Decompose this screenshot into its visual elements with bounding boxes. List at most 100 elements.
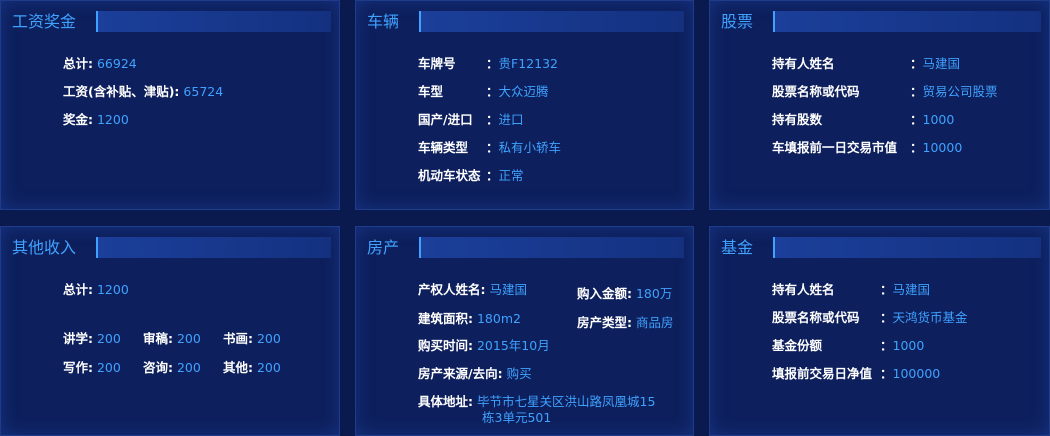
property-title-bar [419,237,684,258]
vehicle-model-row: 车型 ：大众迈腾 [418,84,549,100]
property-address-row: 具体地址: 毕节市七星关区洪山路凤凰城15 [418,394,655,410]
vehicle-status-label: 机动车状态 [418,168,481,183]
vehicle-card-header: 车辆 [356,11,693,33]
stock-name-row: 股票名称或代码 ：贸易公司股票 [772,84,998,100]
stock-shares-value: 1000 [922,112,955,127]
vehicle-plate-value: 贵F12132 [498,56,558,71]
salary-bonus-value: 1200 [96,112,129,127]
property-address-label: 具体地址: [418,394,473,409]
other-income-consulting: 咨询: 200 [143,360,201,376]
fund-card-header: 基金 [710,237,1049,259]
property-card-title: 房产 [367,238,400,257]
property-amount-value: 180万 [635,286,673,301]
property-card: 房产 产权人姓名: 马建国 建筑面积: 180m2 购买时间: 2015年10月… [355,226,694,436]
property-type-value: 商品房 [635,315,674,330]
salary-total-label: 总计: [63,56,93,71]
vehicle-plate-label: 车牌号 [418,56,456,71]
vehicle-plate-row: 车牌号 ：贵F12132 [418,56,558,72]
vehicle-type-row: 车辆类型 ：私有小轿车 [418,140,561,156]
salary-total-row: 总计: 66924 [63,56,137,72]
vehicle-type-label: 车辆类型 [418,140,469,155]
vehicle-model-value: 大众迈腾 [498,84,549,99]
other-income-painting: 书画: 200 [223,331,281,347]
other-income-writing: 写作: 200 [63,360,121,376]
salary-total-value: 66924 [96,56,137,71]
other-income-card-title: 其他收入 [12,238,77,257]
property-address-value-line2: 栋3单元501 [482,410,552,425]
fund-nav-value: 100000 [892,366,941,381]
stock-title-bar [773,11,1041,32]
property-time-label: 购买时间: [418,338,473,353]
fund-shares-row: 基金份额 ：1000 [772,338,924,354]
salary-wage-label: 工资(含补贴、津贴): [63,84,180,99]
other-income-total-row: 总计: 1200 [63,282,129,298]
fund-holder-value: 马建国 [892,282,931,297]
property-time-row: 购买时间: 2015年10月 [418,338,550,354]
consulting-label: 咨询: [143,360,173,375]
fund-card-title: 基金 [721,238,754,257]
painting-value: 200 [256,331,281,346]
vehicle-card-title: 车辆 [367,12,400,31]
colon: ： [880,282,893,297]
colon: ： [910,56,923,71]
salary-bonus-label: 奖金: [63,112,93,127]
stock-holder-value: 马建国 [922,56,961,71]
consulting-value: 200 [176,360,201,375]
colon: ： [910,140,923,155]
property-owner-row: 产权人姓名: 马建国 [418,282,527,298]
property-owner-label: 产权人姓名: [418,282,486,297]
property-amount-label: 购入金额: [577,286,632,301]
property-amount-row: 购入金额: 180万 [577,286,672,302]
property-time-value: 2015年10月 [476,338,550,353]
salary-card-header: 工资奖金 [1,11,339,33]
fund-name-label: 股票名称或代码 [772,310,860,325]
lecture-value: 200 [96,331,121,346]
fund-title-bar [773,237,1041,258]
stock-card: 股票 持有人姓名 ：马建国 股票名称或代码 ：贸易公司股票 持有股数 ：1000 车填… [709,0,1050,210]
other-value: 200 [256,360,281,375]
other-income-total-value: 1200 [96,282,129,297]
vehicle-model-label: 车型 [418,84,444,99]
salary-card: 工资奖金 总计: 66924 工资(含补贴、津贴): 65724 奖金: 120… [0,0,340,210]
property-type-row: 房产类型: 商品房 [577,315,674,331]
vehicle-type-value: 私有小轿车 [498,140,562,155]
stock-name-label: 股票名称或代码 [772,84,860,99]
other-label: 其他: [223,360,253,375]
fund-shares-value: 1000 [892,338,925,353]
property-source-value: 购买 [506,366,532,381]
vehicle-origin-value: 进口 [498,112,524,127]
vehicle-origin-row: 国产/进口 ：进口 [418,112,524,128]
other-income-other: 其他: 200 [223,360,281,376]
review-label: 审稿: [143,331,173,346]
salary-card-title: 工资奖金 [12,12,77,31]
other-income-card-header: 其他收入 [1,237,339,259]
review-value: 200 [176,331,201,346]
stock-holder-label: 持有人姓名 [772,56,835,71]
vehicle-card: 车辆 车牌号 ：贵F12132 车型 ：大众迈腾 国产/进口 ：进口 车辆类型 ：私有小… [355,0,694,210]
fund-nav-label: 填报前交易日净值 [772,366,873,381]
property-area-row: 建筑面积: 180m2 [418,311,521,327]
property-source-row: 房产来源/去向: 购买 [418,366,532,382]
salary-title-bar [96,11,331,32]
property-owner-value: 马建国 [489,282,527,297]
stock-shares-row: 持有股数 ：1000 [772,112,954,128]
property-address-value-line1: 毕节市七星关区洪山路凤凰城15 [476,394,656,409]
colon: ： [880,366,893,381]
fund-holder-row: 持有人姓名 ：马建国 [772,282,930,298]
stock-card-title: 股票 [721,12,754,31]
writing-label: 写作: [63,360,93,375]
colon: ： [486,112,499,127]
fund-shares-label: 基金份额 [772,338,823,353]
stock-name-value: 贸易公司股票 [922,84,998,99]
other-income-review: 审稿: 200 [143,331,201,347]
other-income-lecture: 讲学: 200 [63,331,121,347]
property-source-label: 房产来源/去向: [418,366,503,381]
other-income-card: 其他收入 总计: 1200 讲学: 200 审稿: 200 书画: 200 写作… [0,226,340,436]
colon: ： [486,56,499,71]
vehicle-title-bar [419,11,684,32]
vehicle-status-value: 正常 [498,168,524,183]
other-income-total-label: 总计: [63,282,93,297]
writing-value: 200 [96,360,121,375]
fund-name-value: 天鸿货币基金 [892,310,968,325]
colon: ： [910,112,923,127]
